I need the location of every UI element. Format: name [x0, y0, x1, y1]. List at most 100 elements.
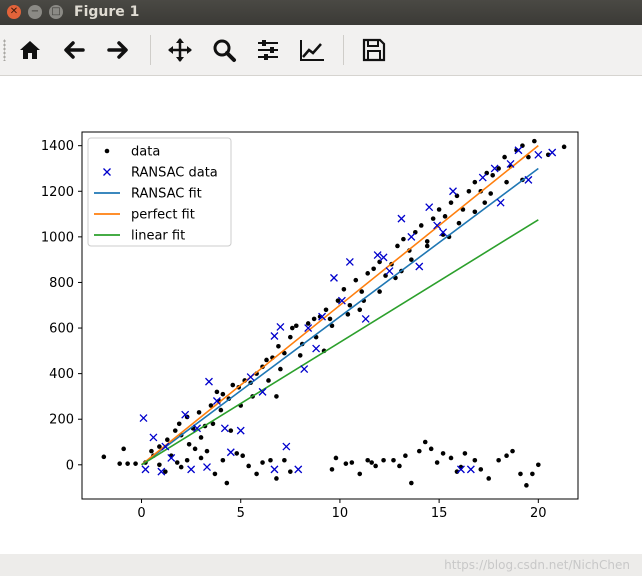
data-point — [369, 460, 374, 465]
data-point — [297, 353, 303, 358]
toolbar-grip[interactable] — [3, 39, 6, 61]
data-point — [448, 200, 454, 205]
data-point — [327, 316, 333, 322]
data-point — [174, 460, 180, 465]
data-point — [436, 207, 442, 212]
home-icon — [20, 41, 40, 59]
data-point — [204, 448, 210, 454]
home-button[interactable] — [17, 37, 43, 63]
data-point — [428, 446, 434, 452]
data-point — [290, 325, 295, 331]
data-point — [486, 476, 492, 481]
data-point — [510, 448, 515, 454]
data-point — [293, 323, 299, 329]
data-point — [186, 441, 192, 447]
data-point — [424, 243, 430, 249]
data-point — [260, 460, 265, 465]
data-point — [278, 366, 283, 372]
data-point — [422, 439, 428, 445]
data-point — [121, 446, 126, 452]
edit-axis-button[interactable] — [299, 37, 325, 63]
data-point — [266, 378, 271, 383]
zoom-button[interactable] — [211, 37, 237, 63]
data-point — [365, 457, 370, 463]
figure-canvas[interactable]: 0 5 10 15 20 0 200 400 600 800 1000 1200 1400 data RAN… — [0, 76, 642, 554]
data-point — [240, 453, 246, 458]
data-point — [282, 457, 287, 463]
legend-label: RANSAC data — [131, 166, 218, 181]
status-bar: https://blog.csdn.net/NichChen — [0, 554, 642, 576]
arrow-left-icon — [64, 41, 85, 59]
data-point — [395, 243, 400, 249]
data-point — [472, 179, 478, 185]
maximize-window-button[interactable]: □ — [49, 5, 63, 19]
x-tick-label: 5 — [237, 506, 245, 521]
data-point — [264, 357, 269, 363]
data-point — [333, 455, 339, 461]
data-point — [504, 453, 509, 458]
data-point — [403, 453, 408, 458]
y-tick-label: 800 — [49, 276, 74, 291]
data-point — [230, 382, 236, 388]
data-point — [381, 457, 386, 463]
watermark-text: https://blog.csdn.net/NichChen — [444, 558, 630, 572]
x-tick-label: 20 — [530, 506, 547, 521]
legend-label: RANSAC fit — [131, 187, 202, 202]
forward-button[interactable] — [105, 37, 131, 63]
data-point — [357, 471, 363, 477]
data-point — [184, 457, 190, 463]
data-point — [323, 307, 329, 313]
data-point — [391, 457, 396, 463]
data-point — [246, 463, 251, 469]
data-point — [117, 461, 122, 466]
save-button[interactable] — [361, 37, 387, 63]
data-point — [490, 173, 495, 178]
configure-subplots-button[interactable] — [255, 37, 281, 63]
data-point — [220, 391, 226, 397]
data-point — [198, 435, 204, 440]
data-point — [482, 200, 488, 205]
data-point — [502, 154, 507, 160]
data-point — [371, 266, 376, 272]
data-point — [524, 483, 529, 488]
back-button[interactable] — [61, 37, 87, 63]
floppy-icon — [362, 38, 386, 62]
minimize-window-button[interactable]: − — [28, 5, 42, 19]
data-point — [125, 461, 130, 466]
data-point — [196, 410, 202, 415]
x-tick-label: 15 — [431, 506, 448, 521]
title-bar: ✕ − □ Figure 1 — [0, 0, 642, 25]
data-point — [349, 460, 355, 465]
data-point — [440, 451, 446, 456]
data-point — [220, 457, 226, 463]
data-point — [518, 471, 523, 477]
data-point — [561, 144, 567, 150]
data-point — [276, 343, 281, 349]
data-point — [430, 216, 436, 221]
close-window-button[interactable]: ✕ — [7, 5, 21, 19]
data-point — [192, 446, 198, 452]
data-point — [488, 191, 494, 196]
arrow-right-icon — [107, 41, 128, 59]
data-point — [442, 214, 448, 219]
data-point — [228, 428, 234, 433]
data-point — [373, 463, 378, 469]
toolbar-separator — [343, 35, 344, 65]
data-point — [234, 451, 240, 456]
data-point — [133, 461, 138, 466]
data-point — [178, 464, 184, 470]
legend-label: data — [131, 145, 160, 160]
pan-button[interactable] — [167, 37, 193, 63]
data-point — [274, 476, 279, 481]
data-point — [347, 302, 353, 308]
data-point — [329, 467, 335, 472]
toolbar-separator — [150, 35, 151, 65]
x-tick-label: 0 — [137, 506, 145, 521]
data-point — [172, 428, 178, 433]
window-title: Figure 1 — [74, 4, 140, 20]
data-point — [288, 334, 293, 340]
data-point — [448, 455, 454, 461]
legend-label: perfect fit — [131, 208, 195, 223]
x-tick-label: 10 — [332, 506, 349, 521]
data-point — [101, 454, 107, 460]
